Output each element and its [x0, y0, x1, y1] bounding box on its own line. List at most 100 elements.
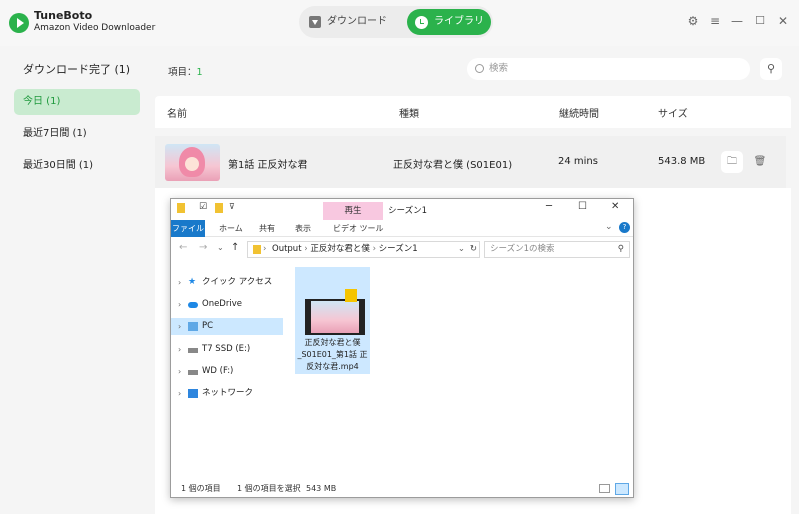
- file-explorer-window: ☑ ⊽ 再生 シーズン1 ─ ☐ ✕ ファイル ホーム 共有 表示 ビデオ ツー…: [170, 198, 634, 498]
- status-selected: 1 個の項目を選択: [237, 484, 301, 493]
- nav-item-label: クイック アクセス: [202, 277, 273, 287]
- delete-button[interactable]: 🗑: [749, 151, 771, 173]
- address-dropdown-icon[interactable]: ⌄: [458, 242, 465, 257]
- nav-item-network[interactable]: › ネットワーク: [171, 385, 283, 402]
- star-icon: ★: [188, 277, 197, 287]
- sidebar: ダウンロード完了 (1) 今日 (1) 最近7日間 (1) 最近30日間 (1): [0, 46, 150, 514]
- menu-icon[interactable]: ≡: [708, 14, 722, 28]
- breadcrumb-separator: ›: [263, 244, 267, 254]
- explorer-search-input[interactable]: シーズン1の検索 ⚲: [484, 241, 630, 258]
- expand-arrow-icon[interactable]: ›: [178, 274, 181, 291]
- nav-item-quick-access[interactable]: › ★ クイック アクセス: [171, 274, 283, 291]
- app-name: TuneBoto: [34, 9, 93, 22]
- search-placeholder: 検索: [489, 63, 509, 74]
- address-bar-row: ← → ⌄ ↑ › Output › 正反対な君と僕 › シーズン1 ⌄ ↻ シ…: [171, 238, 633, 262]
- open-folder-button[interactable]: 🗀: [721, 151, 743, 173]
- sidebar-item-download-complete[interactable]: ダウンロード完了 (1): [14, 57, 140, 83]
- nav-item-label: OneDrive: [202, 299, 242, 309]
- large-icons-view-icon[interactable]: [615, 483, 629, 495]
- row-duration: 24 mins: [558, 156, 598, 167]
- trash-icon: 🗑: [753, 156, 767, 167]
- video-file-thumbnail: [305, 299, 365, 335]
- file-item[interactable]: 正反対な君と僕_S01E01_第1話 正反対な君.mp4: [295, 267, 370, 374]
- table-row[interactable]: 第1話 正反対な君 正反対な君と僕 (S01E01) 24 mins 543.8…: [155, 136, 786, 188]
- help-icon[interactable]: ?: [619, 222, 630, 233]
- breadcrumb-series[interactable]: 正反対な君と僕: [310, 244, 370, 254]
- up-arrow-icon[interactable]: ↑: [231, 242, 239, 253]
- nav-item-wd[interactable]: › WD (F:): [171, 363, 283, 380]
- close-icon[interactable]: ✕: [776, 14, 790, 28]
- tab-download-label: ダウンロード: [327, 16, 387, 27]
- expand-arrow-icon[interactable]: ›: [178, 318, 181, 335]
- nav-item-t7-ssd[interactable]: › T7 SSD (E:): [171, 341, 283, 358]
- nav-item-pc[interactable]: › PC: [171, 318, 283, 335]
- quick-access-toolbar-icon[interactable]: ☑: [199, 202, 207, 212]
- filter-icon: ⚲: [766, 62, 776, 75]
- ribbon-tab-home[interactable]: ホーム: [219, 223, 243, 234]
- address-bar[interactable]: › Output › 正反対な君と僕 › シーズン1 ⌄ ↻: [247, 241, 480, 258]
- sidebar-item-last-30-days[interactable]: 最近30日間 (1): [14, 153, 140, 179]
- nav-item-label: PC: [202, 321, 214, 331]
- row-type: 正反対な君と僕 (S01E01): [393, 160, 513, 171]
- episode-thumbnail: [165, 144, 220, 181]
- nav-item-label: WD (F:): [202, 366, 234, 376]
- sidebar-item-today[interactable]: 今日 (1): [14, 89, 140, 115]
- folder-icon: [177, 203, 185, 213]
- expand-arrow-icon[interactable]: ›: [178, 385, 181, 402]
- nav-item-label: ネットワーク: [202, 388, 254, 398]
- maximize-icon[interactable]: ☐: [753, 14, 767, 27]
- nav-item-onedrive[interactable]: › OneDrive: [171, 296, 283, 313]
- sidebar-item-last-7-days[interactable]: 最近7日間 (1): [14, 121, 140, 147]
- breadcrumb-season[interactable]: シーズン1: [379, 244, 418, 254]
- explorer-minimize-icon[interactable]: ─: [546, 201, 552, 212]
- minimize-icon[interactable]: —: [730, 14, 744, 28]
- context-tab-play[interactable]: 再生: [323, 202, 383, 220]
- thumbnail-face: [185, 157, 199, 171]
- tab-library[interactable]: ライブラリ: [407, 9, 491, 35]
- search-input[interactable]: 検索: [467, 58, 750, 80]
- items-count-value: 1: [196, 67, 203, 78]
- clock-icon: [415, 15, 428, 29]
- new-folder-icon[interactable]: [215, 203, 223, 213]
- ribbon-tab-file[interactable]: ファイル: [171, 220, 205, 237]
- breadcrumb-output[interactable]: Output: [272, 244, 302, 254]
- explorer-search-placeholder: シーズン1の検索: [490, 244, 555, 254]
- player-badge-icon: [345, 289, 357, 302]
- ribbon-tab-view[interactable]: 表示: [295, 223, 311, 234]
- drive-icon: [188, 370, 198, 375]
- tab-library-label: ライブラリ: [434, 16, 484, 27]
- column-name[interactable]: 名前: [167, 105, 187, 120]
- ribbon-tab-share[interactable]: 共有: [259, 223, 275, 234]
- column-size[interactable]: サイズ: [658, 105, 688, 120]
- address-folder-icon: [253, 245, 261, 254]
- expand-arrow-icon[interactable]: ›: [178, 296, 181, 313]
- filter-button[interactable]: ⚲: [760, 58, 782, 80]
- drive-icon: [188, 348, 198, 353]
- refresh-icon[interactable]: ↻: [470, 242, 477, 257]
- toolbar-dropdown-icon[interactable]: ⊽: [229, 202, 235, 211]
- folder-icon: 🗀: [727, 156, 737, 167]
- settings-gear-icon[interactable]: ⚙: [686, 14, 700, 28]
- expand-arrow-icon[interactable]: ›: [178, 341, 181, 358]
- column-duration[interactable]: 継続時間: [559, 105, 599, 120]
- search-icon: [475, 64, 484, 73]
- expand-arrow-icon[interactable]: ›: [178, 363, 181, 380]
- recent-dropdown-icon[interactable]: ⌄: [217, 243, 224, 252]
- details-view-icon[interactable]: [599, 484, 610, 493]
- column-type[interactable]: 種類: [399, 105, 419, 120]
- explorer-title: シーズン1: [388, 206, 427, 216]
- back-arrow-icon[interactable]: ←: [179, 242, 187, 253]
- file-list-pane: 正反対な君と僕_S01E01_第1話 正反対な君.mp4: [284, 264, 633, 479]
- explorer-title-bar: ☑ ⊽ 再生 シーズン1 ─ ☐ ✕: [171, 199, 633, 220]
- nav-item-label: T7 SSD (E:): [202, 344, 251, 354]
- explorer-close-icon[interactable]: ✕: [611, 201, 619, 212]
- explorer-maximize-icon[interactable]: ☐: [578, 201, 587, 212]
- forward-arrow-icon[interactable]: →: [199, 242, 207, 253]
- computer-icon: [188, 322, 198, 331]
- table-header: 名前 種類 継続時間 サイズ: [155, 96, 791, 128]
- app-logo-icon: [9, 13, 29, 33]
- ribbon-tab-video-tools[interactable]: ビデオ ツール: [333, 223, 384, 234]
- tab-download[interactable]: ダウンロード: [301, 9, 401, 35]
- status-bar: 1 個の項目 1 個の項目を選択 543 MB: [171, 481, 633, 497]
- ribbon-expand-icon[interactable]: ⌄: [605, 222, 613, 232]
